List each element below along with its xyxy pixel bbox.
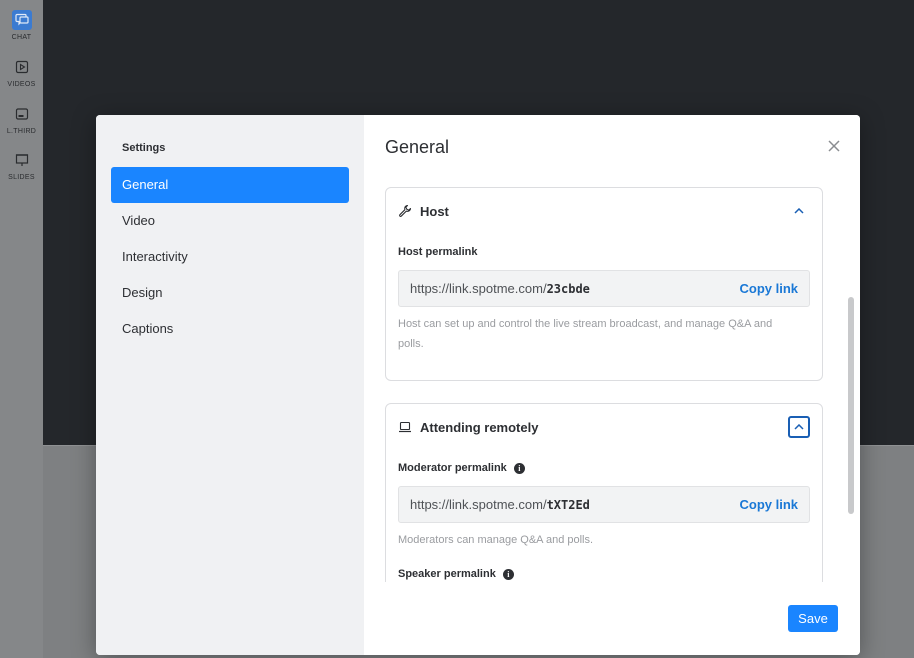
nav-item-video[interactable]: Video bbox=[111, 203, 349, 239]
rail-item-videos[interactable]: VIDEOS bbox=[0, 57, 43, 88]
laptop-icon bbox=[398, 420, 412, 434]
rail-label: L.THIRD bbox=[6, 128, 37, 135]
rail-label: CHAT bbox=[11, 34, 32, 41]
info-icon[interactable]: i bbox=[502, 568, 514, 580]
sidebar-rail: CHAT VIDEOS L.THIRD SLIDES bbox=[0, 0, 43, 658]
close-icon bbox=[828, 140, 840, 152]
settings-heading: Settings bbox=[122, 142, 166, 154]
attending-remotely-collapse-button[interactable] bbox=[788, 416, 810, 438]
rail-item-lower-third[interactable]: L.THIRD bbox=[0, 104, 43, 135]
host-help-text: Host can set up and control the live str… bbox=[398, 318, 773, 350]
host-permalink-label: Host permalink bbox=[398, 246, 477, 258]
nav-item-interactivity[interactable]: Interactivity bbox=[111, 239, 349, 275]
settings-nav: General Video Interactivity Design Capti… bbox=[111, 167, 349, 347]
host-link-code: 23cbde bbox=[546, 281, 590, 296]
rail-label: SLIDES bbox=[8, 174, 35, 181]
attending-remotely-section: Attending remotely Moderator permalink i… bbox=[385, 403, 823, 582]
moderator-help-text: Moderators can manage Q&A and polls. bbox=[398, 534, 594, 546]
chevron-up-icon bbox=[794, 208, 804, 214]
close-button[interactable] bbox=[826, 138, 842, 154]
settings-modal: Settings General Video Interactivity Des… bbox=[96, 115, 860, 655]
lower-third-icon bbox=[12, 104, 32, 124]
nav-item-design[interactable]: Design bbox=[111, 275, 349, 311]
speaker-permalink-label: Speaker permalink i bbox=[398, 568, 514, 580]
host-permalink-label-text: Host permalink bbox=[398, 246, 478, 258]
info-icon[interactable]: i bbox=[513, 462, 525, 474]
attending-remotely-header[interactable]: Attending remotely bbox=[398, 418, 538, 436]
rail-label: VIDEOS bbox=[7, 81, 36, 88]
settings-scroll-area[interactable]: Host Host permalink https://link.spotme.… bbox=[364, 182, 860, 582]
wrench-icon bbox=[398, 204, 412, 218]
host-section-title: Host bbox=[420, 203, 449, 219]
moderator-permalink-field[interactable]: https://link.spotme.com/tXT2Ed Copy link bbox=[398, 486, 810, 523]
host-collapse-button[interactable] bbox=[788, 200, 810, 222]
settings-sidebar: Settings General Video Interactivity Des… bbox=[96, 115, 364, 655]
nav-item-general[interactable]: General bbox=[111, 167, 349, 203]
host-section-header[interactable]: Host bbox=[398, 202, 449, 220]
host-section: Host Host permalink https://link.spotme.… bbox=[385, 187, 823, 381]
moderator-copy-link-button[interactable]: Copy link bbox=[739, 497, 798, 512]
host-permalink-field[interactable]: https://link.spotme.com/23cbde Copy link bbox=[398, 270, 810, 307]
chat-icon bbox=[11, 10, 32, 30]
settings-content: General Host Host permalink https://link… bbox=[364, 115, 860, 655]
video-icon bbox=[12, 57, 32, 77]
moderator-permalink-label: Moderator permalink i bbox=[398, 462, 525, 474]
speaker-permalink-label-text: Speaker permalink bbox=[398, 568, 496, 580]
rail-item-slides[interactable]: SLIDES bbox=[0, 150, 43, 181]
save-button[interactable]: Save bbox=[788, 605, 838, 632]
moderator-link-prefix: https://link.spotme.com/ bbox=[410, 497, 547, 512]
chevron-up-icon bbox=[794, 424, 804, 430]
moderator-link-code: tXT2Ed bbox=[546, 497, 590, 512]
nav-item-captions[interactable]: Captions bbox=[111, 311, 349, 347]
attending-remotely-title: Attending remotely bbox=[420, 419, 539, 435]
host-link-prefix: https://link.spotme.com/ bbox=[410, 281, 547, 296]
slides-icon bbox=[12, 150, 32, 170]
host-copy-link-button[interactable]: Copy link bbox=[739, 281, 798, 296]
scrollbar-thumb[interactable] bbox=[848, 297, 854, 514]
moderator-permalink-label-text: Moderator permalink bbox=[398, 462, 507, 474]
rail-item-chat[interactable]: CHAT bbox=[0, 10, 43, 41]
page-title: General bbox=[385, 137, 450, 157]
